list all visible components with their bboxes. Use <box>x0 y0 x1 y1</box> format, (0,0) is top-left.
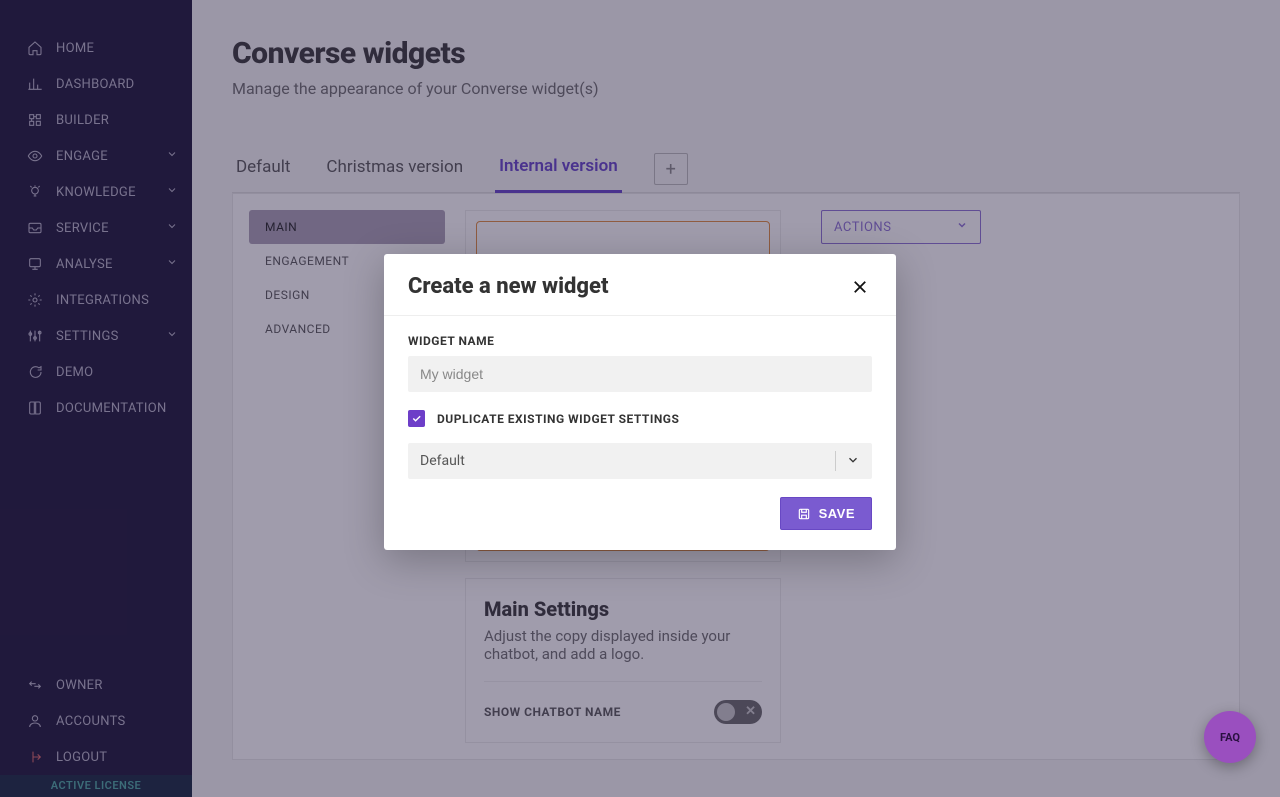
modal-footer: SAVE <box>408 497 872 530</box>
chevron-down-icon <box>846 452 860 471</box>
save-button[interactable]: SAVE <box>780 497 872 530</box>
duplicate-label: DUPLICATE EXISTING WIDGET SETTINGS <box>437 412 679 426</box>
modal-title: Create a new widget <box>408 274 608 299</box>
modal-header: Create a new widget <box>384 254 896 316</box>
source-widget-select[interactable]: Default <box>408 443 872 479</box>
create-widget-modal: Create a new widget WIDGET NAME DUPLICAT… <box>384 254 896 550</box>
select-separator <box>835 451 836 471</box>
modal-close-button[interactable] <box>848 275 872 299</box>
save-icon <box>797 507 811 521</box>
close-icon <box>851 278 869 296</box>
duplicate-checkbox[interactable] <box>408 410 425 427</box>
modal-body: WIDGET NAME DUPLICATE EXISTING WIDGET SE… <box>384 316 896 550</box>
widget-name-label: WIDGET NAME <box>408 334 872 348</box>
widget-name-input[interactable] <box>408 356 872 392</box>
help-fab[interactable]: FAQ <box>1204 711 1256 763</box>
select-value: Default <box>420 453 465 469</box>
check-icon <box>411 413 422 424</box>
duplicate-settings-row: DUPLICATE EXISTING WIDGET SETTINGS <box>408 410 872 427</box>
save-label: SAVE <box>819 506 855 521</box>
fab-label: FAQ <box>1220 731 1240 744</box>
